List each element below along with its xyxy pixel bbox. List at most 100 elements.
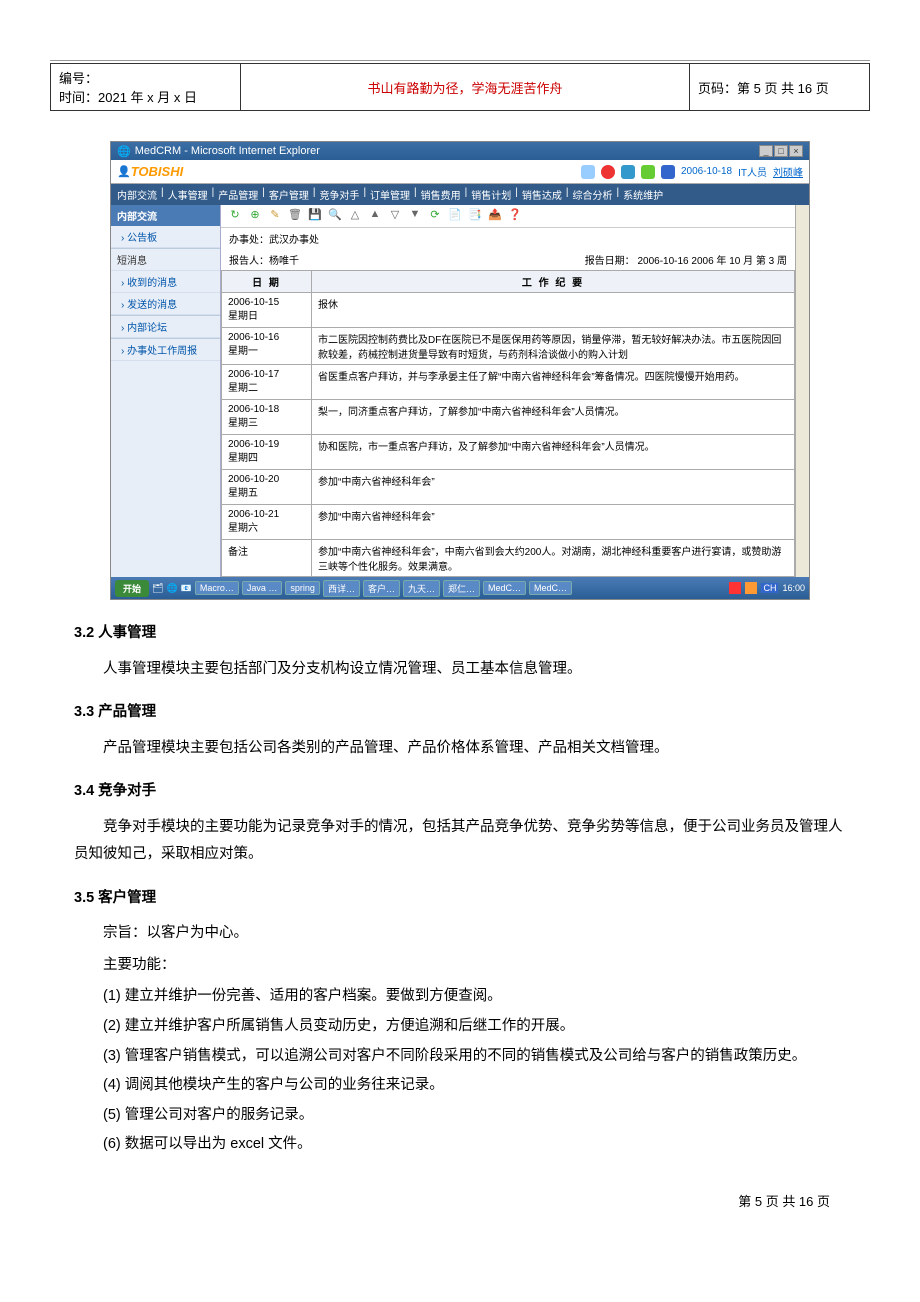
window-titlebar: 🌐 MedCRM - Microsoft Internet Explorer _… xyxy=(111,142,809,160)
menu-item[interactable]: 销售计划 xyxy=(471,187,511,202)
task-button[interactable]: Macro… xyxy=(195,581,239,595)
section-3-5-line2: 主要功能： xyxy=(74,952,846,980)
delete-icon[interactable]: 🗑 xyxy=(287,208,303,224)
brand-bar: 👤 TOBISHI 2006-10-18 IT人员 刘硕峰 xyxy=(111,160,809,184)
quicklaunch-icon[interactable]: 🌐 xyxy=(166,583,177,594)
edit-icon[interactable]: ✎ xyxy=(267,208,283,224)
list-item: (4) 调阅其他模块产生的客户与公司的业务往来记录。 xyxy=(103,1072,846,1100)
report-meta-office: 办事处： 武汉办事处 xyxy=(221,228,795,249)
prev-icon[interactable]: ▲ xyxy=(367,208,383,224)
office-value: 武汉办事处 xyxy=(269,231,319,246)
monitor-icon[interactable] xyxy=(581,165,595,179)
tray-icon[interactable] xyxy=(745,582,757,594)
menu-item[interactable]: 内部交流 xyxy=(117,187,157,202)
menu-item[interactable]: 竞争对手 xyxy=(319,187,359,202)
mail-icon[interactable] xyxy=(621,165,635,179)
main-content: ↻ ⊕ ✎ 🗑 💾 🔍 △ ▲ ▽ ▼ ⟳ 📄 📑 📤 ❓ xyxy=(221,205,795,577)
task-button[interactable]: MedC… xyxy=(483,581,526,595)
sidebar-item-forum[interactable]: › 内部论坛 xyxy=(111,316,220,338)
user-icon[interactable] xyxy=(661,165,675,179)
brand-logo: TOBISHI xyxy=(131,164,184,179)
save-icon[interactable]: 💾 xyxy=(307,208,323,224)
main-menubar: 内部交流| 人事管理| 产品管理| 客户管理| 竞争对手| 订单管理| 销售费用… xyxy=(111,184,809,205)
header-left: 编号： 时间：2021 年 x 月 x 日 xyxy=(51,64,241,111)
task-button[interactable]: 郑仁… xyxy=(443,580,480,597)
window-title: MedCRM - Microsoft Internet Explorer xyxy=(135,145,320,157)
task-button[interactable]: 客户… xyxy=(363,580,400,597)
section-3-5-line1: 宗旨：以客户为中心。 xyxy=(74,920,846,948)
page-footer: 第 5 页 共 16 页 xyxy=(50,1161,870,1210)
sidebar-header: 内部交流 xyxy=(111,205,220,226)
person-icon: 👤 xyxy=(117,165,131,178)
menu-item[interactable]: 客户管理 xyxy=(269,187,309,202)
section-3-3-title: 3.3 产品管理 xyxy=(74,699,846,727)
report-date-value: 2006-10-16 2006 年 10 月 第 3 周 xyxy=(637,256,787,267)
doc-icon[interactable]: 📄 xyxy=(447,208,463,224)
next-icon[interactable]: ▽ xyxy=(387,208,403,224)
stop-icon[interactable] xyxy=(601,165,615,179)
header-page: 页码：第 5 页 共 16 页 xyxy=(690,64,870,111)
menu-item[interactable]: 人事管理 xyxy=(168,187,208,202)
report-meta-reporter: 报告人： 杨唯千 报告日期： 2006-10-16 2006 年 10 月 第 … xyxy=(221,249,795,270)
sidebar-item-inbox[interactable]: › 收到的消息 xyxy=(111,271,220,293)
last-icon[interactable]: ▼ xyxy=(407,208,423,224)
tray-ime[interactable]: CH xyxy=(761,583,778,593)
list-item: (2) 建立并维护客户所属销售人员变动历史，方便追溯和后继工作的开展。 xyxy=(103,1013,846,1041)
start-button[interactable]: 开始 xyxy=(115,580,149,597)
app-icon: 🌐 xyxy=(117,145,131,158)
task-button[interactable]: MedC… xyxy=(529,581,572,595)
header-rule xyxy=(50,60,870,61)
table-row: 2006-10-18星期三梨一，同济重点客户拜访，了解参加“中南六省神经科年会”… xyxy=(222,400,795,435)
task-button[interactable]: spring xyxy=(285,581,320,595)
document-body: 3.2 人事管理 人事管理模块主要包括部门及分支机构设立情况管理、员工基本信息管… xyxy=(50,620,870,1159)
work-summary-table: 日 期 工 作 纪 要 2006-10-15星期日报休 2006-10-16星期… xyxy=(221,270,795,577)
quicklaunch-icon[interactable]: 📧 xyxy=(181,583,192,594)
export-icon[interactable]: 📤 xyxy=(487,208,503,224)
menu-item[interactable]: 系统维护 xyxy=(623,187,663,202)
menu-item[interactable]: 综合分析 xyxy=(572,187,612,202)
sidebar-item-bulletin[interactable]: › 公告板 xyxy=(111,226,220,248)
menu-item[interactable]: 产品管理 xyxy=(218,187,258,202)
sidebar-item-sms: 短消息 xyxy=(111,249,220,271)
reporter-label: 报告人： xyxy=(229,252,269,267)
brand-user: 刘硕峰 xyxy=(773,164,803,179)
header-motto: 书山有路勤为径，学海无涯苦作舟 xyxy=(241,64,690,111)
list-item: (6) 数据可以导出为 excel 文件。 xyxy=(103,1131,846,1159)
minimize-icon[interactable]: _ xyxy=(759,145,773,157)
quicklaunch-icon[interactable]: 🗂 xyxy=(152,583,163,594)
table-row: 2006-10-19星期四协和医院，市一重点客户拜访，及了解参加“中南六省神经科… xyxy=(222,435,795,470)
menu-item[interactable]: 销售费用 xyxy=(421,187,461,202)
header-table: 编号： 时间：2021 年 x 月 x 日 书山有路勤为径，学海无涯苦作舟 页码… xyxy=(50,63,870,111)
maximize-icon[interactable]: □ xyxy=(774,145,788,157)
report-date-label: 报告日期： xyxy=(585,256,635,267)
tray-icon[interactable] xyxy=(729,582,741,594)
add-icon[interactable]: ⊕ xyxy=(247,208,263,224)
section-3-2-body: 人事管理模块主要包括部门及分支机构设立情况管理、员工基本信息管理。 xyxy=(74,656,846,684)
task-button[interactable]: Java … xyxy=(242,581,283,595)
col-summary: 工 作 纪 要 xyxy=(312,271,795,293)
brand-date: 2006-10-18 xyxy=(681,166,732,177)
menu-item[interactable]: 订单管理 xyxy=(370,187,410,202)
refresh-icon[interactable]: ↻ xyxy=(227,208,243,224)
help-icon[interactable]: ❓ xyxy=(507,208,523,224)
doc-number: 编号： xyxy=(59,68,232,87)
reload-icon[interactable]: ⟳ xyxy=(427,208,443,224)
section-3-5-list: (1) 建立并维护一份完善、适用的客户档案。要做到方便查阅。 (2) 建立并维护… xyxy=(103,983,846,1158)
toolbar: ↻ ⊕ ✎ 🗑 💾 🔍 △ ▲ ▽ ▼ ⟳ 📄 📑 📤 ❓ xyxy=(221,205,795,228)
reporter-value: 杨唯千 xyxy=(269,252,299,267)
sidebar-item-sent[interactable]: › 发送的消息 xyxy=(111,293,220,315)
task-button[interactable]: 西详… xyxy=(323,580,360,597)
sidebar: 内部交流 › 公告板 短消息 › 收到的消息 › 发送的消息 › 内部论坛 › … xyxy=(111,205,221,577)
menu-item[interactable]: 销售达成 xyxy=(522,187,562,202)
section-3-3-body: 产品管理模块主要包括公司各类别的产品管理、产品价格体系管理、产品相关文档管理。 xyxy=(74,735,846,763)
scrollbar[interactable] xyxy=(795,205,809,577)
search-icon[interactable]: 🔍 xyxy=(327,208,343,224)
task-button[interactable]: 九天… xyxy=(403,580,440,597)
sidebar-item-weekly[interactable]: › 办事处工作周报 xyxy=(111,339,220,361)
clock-icon[interactable] xyxy=(641,165,655,179)
docs-icon[interactable]: 📑 xyxy=(467,208,483,224)
windows-taskbar: 开始 🗂 🌐 📧 Macro… Java … spring 西详… 客户… 九天… xyxy=(111,577,809,599)
first-icon[interactable]: △ xyxy=(347,208,363,224)
close-icon[interactable]: × xyxy=(789,145,803,157)
section-3-4-body: 竞争对手模块的主要功能为记录竞争对手的情况，包括其产品竞争优势、竞争劣势等信息，… xyxy=(74,814,846,869)
